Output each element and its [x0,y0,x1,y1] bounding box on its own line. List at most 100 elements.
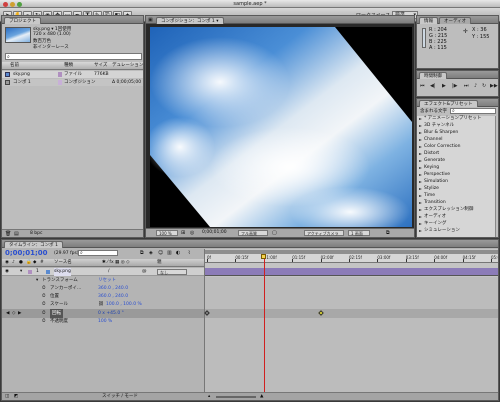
composition-canvas[interactable] [150,27,412,227]
property-value[interactable]: 360.0 , 240.0 [98,285,128,293]
layer-name[interactable]: sky.png [54,268,71,276]
minimize-window-button[interactable] [10,1,15,7]
stopwatch-icon[interactable]: ⏱ [42,318,46,326]
flowchart-icon[interactable]: ⧉ [386,230,390,236]
time-graph-area[interactable]: 0f 00:15f 01:00f 01:15f 02:00f 02:15f 03:00f 03… [204,249,498,392]
trash-icon[interactable]: 🗑 [5,231,11,237]
expand-transform-icon[interactable]: ▾ [36,277,38,285]
switches-modes-toggle[interactable]: スイッチ / モード [102,393,138,400]
comp-mini-flowchart-icon[interactable]: ⧉ [140,250,144,256]
constrain-proportions-icon[interactable]: ⛓ [98,301,104,309]
previous-keyframe-icon[interactable]: ◀ [6,309,9,318]
effects-category[interactable]: Channel [417,137,495,143]
source-name-column[interactable]: ソース名 [54,259,72,267]
effects-category[interactable]: Time [417,193,495,199]
parent-dropdown[interactable]: なし [157,269,187,275]
bit-depth[interactable]: 8 bpc [30,231,42,236]
previous-frame-icon[interactable]: ◀| [430,82,436,90]
rotation-keyframe[interactable] [204,310,210,316]
stopwatch-active-icon[interactable]: ⏱ [42,309,46,318]
current-time[interactable]: 0;00;01;00 [202,230,227,235]
zoom-in-icon[interactable]: ▲ [260,393,263,400]
current-time-indicator[interactable] [263,254,265,392]
column-name[interactable]: 名前 [10,62,19,70]
property-row[interactable]: ⏱ 不透明度 100 % [2,318,204,326]
timeline-zoom-slider[interactable] [216,396,256,398]
camera-snapshot-icon[interactable]: ◎ [190,230,194,236]
tab-effects-presets[interactable]: エフェクト&プリセット [419,100,478,107]
grid-icon[interactable]: ⊞ [181,230,185,236]
effects-category[interactable]: オーディオ [417,214,495,220]
project-item-sky[interactable]: sky.png ファイル 776KB [2,71,143,78]
tab-project[interactable]: プロジェクト [4,17,41,24]
effects-category[interactable]: Stylize [417,186,495,192]
views-dropdown[interactable]: 1 画面 [348,230,370,236]
effects-search-input[interactable]: ⌕ [450,108,496,114]
parent-pickwhip-icon[interactable]: @ [142,268,147,276]
property-value[interactable]: 0 x +45.0 ° [98,309,124,318]
zoom-out-icon[interactable]: ▴ [208,393,210,400]
close-window-button[interactable] [3,1,8,7]
parent-column[interactable]: 親 [157,259,162,267]
effects-category[interactable]: Color Correction [417,144,495,150]
tab-time-controls[interactable]: 時間制御 [419,72,447,79]
lock-icon[interactable]: ▣ [148,17,153,23]
play-icon[interactable]: ▶ [442,82,446,90]
effects-category[interactable]: エクスプレッション制御 [417,207,495,213]
tab-timeline[interactable]: タイムライン：コンポ 1 [4,241,63,248]
effects-category[interactable]: 3D チャンネル [417,123,495,129]
effects-scrollbar[interactable] [495,116,498,237]
effects-category[interactable]: Simulation [417,179,495,185]
resolution-dropdown[interactable]: フル画質 [238,230,268,236]
stopwatch-icon[interactable]: ⏱ [42,285,46,293]
stopwatch-icon[interactable]: ⏱ [42,293,46,301]
property-row[interactable]: ⏱ 位置 360.0 , 240.0 [2,293,204,301]
column-duration[interactable]: デュレーション [112,62,143,70]
tab-audio[interactable]: オーディオ [439,17,472,24]
effects-category[interactable]: Transition [417,200,495,206]
effects-category[interactable]: Distort [417,151,495,157]
keyframe-toggle-icon[interactable]: ◇ [12,309,15,318]
layer-visibility-icon[interactable]: ◉ [5,268,9,276]
effects-category[interactable]: Blur & Sharpen [417,130,495,136]
layer-row[interactable]: ◉ ▾ 1 sky.png / @ なし [2,268,204,276]
project-search-field[interactable]: ⌕ [5,53,142,60]
draft-3d-icon[interactable]: ◈ [149,250,153,256]
transform-group-row[interactable]: ▾ トランスフォーム リセット [2,277,204,285]
frame-blending-icon[interactable]: ▥ [167,250,172,256]
ram-preview-icon[interactable]: ▶▶ [490,82,498,90]
toggle-modes-icon[interactable]: ◩ [14,393,18,400]
graph-editor-icon[interactable]: ⌇ [188,250,190,256]
property-row-rotation[interactable]: ◀ ◇ ▶ ⏱ 回転 0 x +45.0 ° [2,309,204,318]
stopwatch-icon[interactable]: ⏱ [42,301,46,309]
effects-category[interactable]: シミュレーション [417,228,495,234]
toggle-switches-icon[interactable]: ◫ [5,393,9,400]
new-folder-icon[interactable]: ▤ [14,231,19,237]
timeline-search-field[interactable]: ⌕ [78,250,118,256]
project-item-comp[interactable]: コンポ 1 コンポジション Δ 0;00;05;00 [2,79,143,86]
property-value[interactable]: 100 % [98,318,112,326]
current-time-indicator-head[interactable] [260,254,266,259]
property-row[interactable]: ⏱ スケール ⛓ 100.0 , 100.0 % [2,301,204,309]
tab-info[interactable]: 情報 [419,17,438,24]
tab-composition[interactable]: コンポジション：コンポ 1 ▾ [156,17,224,24]
first-frame-icon[interactable]: ⏮ [420,82,425,90]
expand-layer-icon[interactable]: ▾ [20,268,22,276]
column-type[interactable]: 種類 [64,62,73,70]
transform-reset[interactable]: リセット [98,277,116,285]
layer-label-color[interactable] [28,270,32,274]
camera-view-dropdown[interactable]: アクティブカメラ [304,230,344,236]
effects-category[interactable]: * アニメーションプリセット [417,116,495,122]
loop-icon[interactable]: ↻ [482,82,486,90]
effects-category[interactable]: キーイング [417,221,495,227]
rotation-keyframe[interactable] [317,310,324,316]
property-row[interactable]: ⏱ アンカーポイ… 360.0 , 240.0 [2,285,204,293]
motion-blur-icon[interactable]: ◐ [176,250,180,256]
last-frame-icon[interactable]: ⏭ [464,82,469,90]
property-value[interactable]: 100.0 , 100.0 % [106,301,142,309]
property-value[interactable]: 360.0 , 240.0 [98,293,128,301]
effects-category[interactable]: Generate [417,158,495,164]
region-icon[interactable]: ▢ [272,230,277,236]
effects-category[interactable]: Perspective [417,172,495,178]
column-size[interactable]: サイズ [94,62,107,70]
